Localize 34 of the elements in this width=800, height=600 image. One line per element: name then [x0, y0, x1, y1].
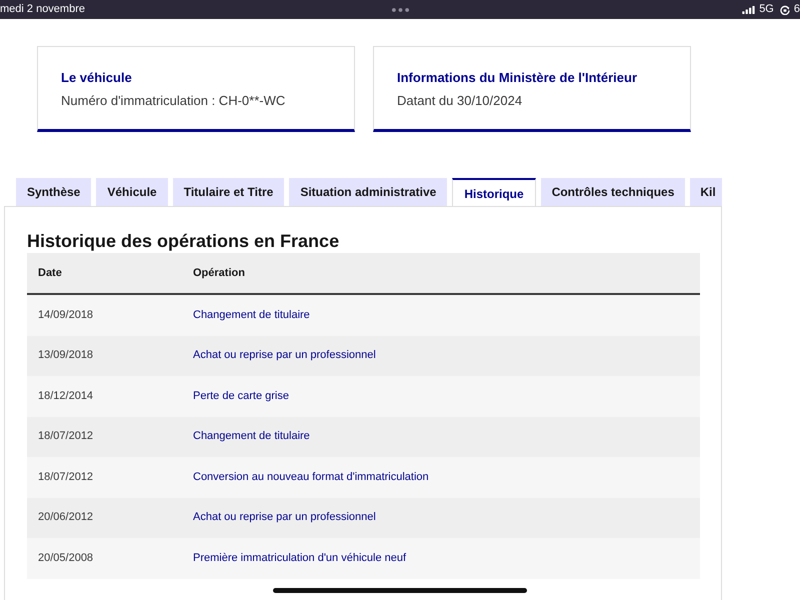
date-cell-text: 14/09/2018: [38, 308, 94, 322]
operation-link[interactable]: Changement de titulaire: [193, 308, 310, 322]
card-title: Informations du Ministère de l'Intérieur: [397, 70, 638, 85]
status-date: medi 2 novembre: [0, 3, 85, 16]
network-type: 5G: [759, 3, 774, 16]
date-cell-text: 20/05/2008: [38, 552, 94, 565]
card-title: Le véhicule: [61, 70, 132, 85]
tab[interactable]: Synthèse: [16, 178, 92, 206]
column-header: Date: [38, 266, 63, 280]
card-text: Numéro d'immatriculation : CH-0**-WC: [61, 93, 286, 108]
date-cell-text: 18/07/2012: [38, 430, 94, 444]
date-cell-text: 18/12/2014: [38, 390, 94, 403]
battery-percent: 6: [794, 3, 800, 16]
operation-link[interactable]: Première immatriculation d'un véhicule neuf: [193, 552, 406, 565]
card-text: Datant du 30/10/2024: [397, 93, 522, 108]
operation-link[interactable]: Perte de carte grise: [193, 390, 289, 403]
tab[interactable]: Véhicule: [96, 178, 168, 206]
date-cell-text: 13/09/2018: [38, 349, 94, 362]
signal-bars-icon: [742, 6, 756, 14]
column-header: Opération: [193, 266, 246, 280]
date-cell-text: 20/06/2012: [38, 511, 94, 524]
tab[interactable]: Historique: [452, 178, 536, 206]
tab[interactable]: Titulaire et Titre: [172, 178, 284, 206]
circular-arrow-icon: [780, 4, 790, 14]
operation-link[interactable]: Achat ou reprise par un professionnel: [193, 511, 376, 524]
operation-link[interactable]: Changement de titulaire: [193, 430, 310, 444]
operation-link[interactable]: Conversion au nouveau format d'immatriculation: [193, 470, 429, 484]
date-cell-text: 18/07/2012: [38, 470, 94, 484]
operation-link[interactable]: Achat ou reprise par un professionnel: [193, 349, 376, 362]
tab[interactable]: Kil: [690, 178, 722, 206]
three-dots-icon[interactable]: [392, 8, 408, 12]
tab[interactable]: Contrôles techniques: [540, 178, 686, 206]
section-heading: Historique des opérations en France: [27, 230, 340, 253]
tab[interactable]: Situation administrative: [289, 178, 448, 206]
